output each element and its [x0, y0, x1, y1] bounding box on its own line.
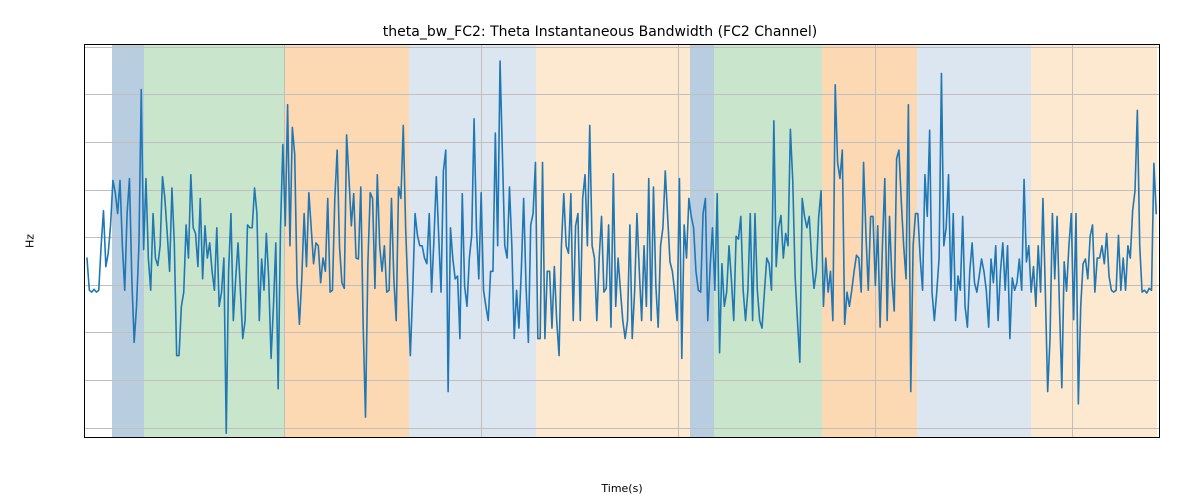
x-axis-label: Time(s): [601, 482, 642, 495]
line-series: [85, 45, 1159, 437]
x-tick-mark: [678, 437, 679, 438]
x-tick-mark: [284, 437, 285, 438]
x-tick-mark: [481, 437, 482, 438]
x-tick-mark: [875, 437, 876, 438]
y-axis-label: Hz: [24, 234, 37, 248]
x-tick-mark: [1072, 437, 1073, 438]
figure: theta_bw_FC2: Theta Instantaneous Bandwi…: [0, 0, 1200, 500]
chart-title: theta_bw_FC2: Theta Instantaneous Bandwi…: [0, 24, 1200, 40]
axes: 1.301.351.401.451.501.551.601.651.701000…: [84, 44, 1160, 438]
